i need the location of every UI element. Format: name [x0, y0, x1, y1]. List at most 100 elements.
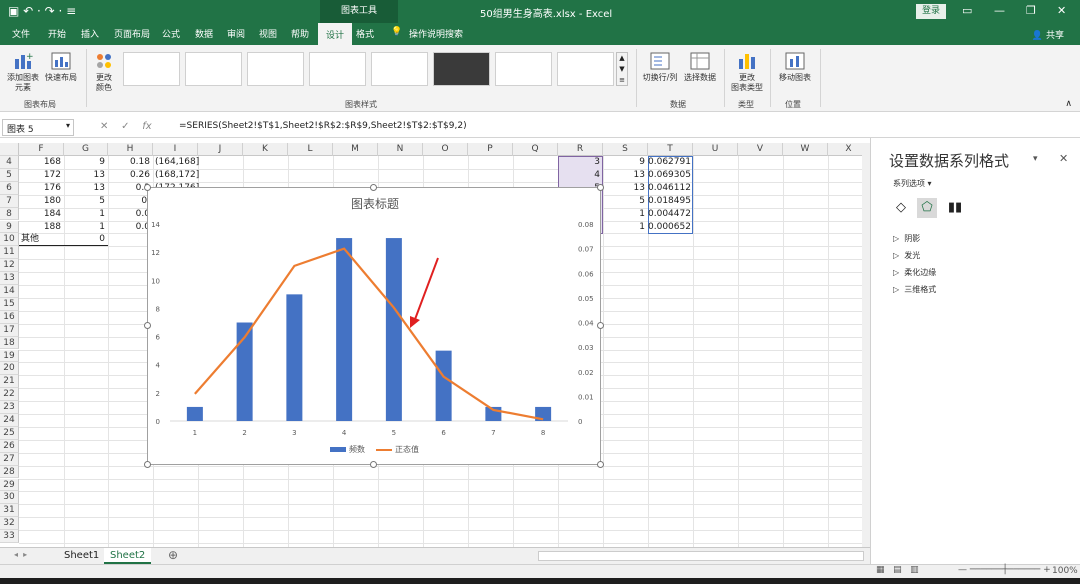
cell-t7[interactable]: 0.018495 — [648, 195, 691, 207]
cell-s4[interactable]: 9 — [603, 156, 645, 168]
fill-line-icon[interactable]: ◇ — [891, 198, 911, 218]
vertical-scrollbar[interactable] — [862, 143, 870, 547]
row-header-27[interactable]: 27 — [0, 452, 19, 466]
column-header-p[interactable]: P — [468, 143, 513, 156]
cell-g4[interactable]: 9 — [64, 156, 105, 168]
cell-g8[interactable]: 1 — [64, 208, 105, 220]
chart-style-8[interactable] — [557, 52, 614, 86]
cell-s7[interactable]: 5 — [603, 195, 645, 207]
cell-g5[interactable]: 13 — [64, 169, 105, 181]
row-header-14[interactable]: 14 — [0, 285, 19, 298]
quick-access-toolbar[interactable]: ▣ ↶ · ↷ · ≡ — [8, 4, 76, 18]
row-header-12[interactable]: 12 — [0, 259, 19, 273]
quick-layout-button[interactable]: 快速布局 — [42, 51, 80, 83]
column-header-u[interactable]: U — [693, 143, 738, 156]
close-icon[interactable]: ✕ — [1057, 4, 1066, 17]
column-header-r[interactable]: R — [558, 143, 603, 156]
select-data-button[interactable]: 选择数据 — [680, 51, 720, 83]
tab-view[interactable]: 视图 — [259, 27, 277, 40]
resize-handle[interactable] — [144, 184, 151, 191]
minimize-icon[interactable]: — — [994, 4, 1005, 17]
cell-f10[interactable]: 其他 — [21, 233, 39, 245]
column-header-t[interactable]: T — [648, 143, 693, 156]
chart-style-5[interactable] — [371, 52, 428, 86]
row-header-28[interactable]: 28 — [0, 465, 19, 479]
row-header-30[interactable]: 30 — [0, 491, 19, 505]
column-header-j[interactable]: J — [198, 143, 243, 156]
column-header-q[interactable]: Q — [513, 143, 558, 156]
chart-style-1[interactable] — [123, 52, 180, 86]
zoom-slider[interactable]: — ──────┼────── + — [958, 565, 1051, 575]
resize-handle[interactable] — [597, 322, 604, 329]
cell-t8[interactable]: 0.004472 — [648, 208, 691, 220]
series-options-dropdown[interactable]: 系列选项 ▾ — [893, 178, 932, 189]
column-header-m[interactable]: M — [333, 143, 378, 156]
cell-f6[interactable]: 176 — [19, 182, 61, 194]
resize-handle[interactable] — [597, 184, 604, 191]
column-header-l[interactable]: L — [288, 143, 333, 156]
section-3d-format[interactable]: ▷ 三维格式 — [893, 284, 936, 295]
cell-h7[interactable]: 0. — [108, 195, 150, 207]
row-header-8[interactable]: 8 — [0, 207, 19, 221]
collapse-ribbon-icon[interactable]: ∧ — [1065, 99, 1072, 109]
pane-options-icon[interactable]: ▾ — [1033, 154, 1038, 164]
row-header-10[interactable]: 10 — [0, 233, 19, 247]
column-header-w[interactable]: W — [783, 143, 828, 156]
chart-style-2[interactable] — [185, 52, 242, 86]
column-header-o[interactable]: O — [423, 143, 468, 156]
cell-s5[interactable]: 13 — [603, 169, 645, 181]
cell-g7[interactable]: 5 — [64, 195, 105, 207]
cell-f4[interactable]: 168 — [19, 156, 61, 168]
resize-handle[interactable] — [370, 461, 377, 468]
row-header-21[interactable]: 21 — [0, 375, 19, 389]
switch-row-column-button[interactable]: 切换行/列 — [641, 51, 679, 83]
column-header-f[interactable]: F — [19, 143, 64, 156]
pane-close-icon[interactable]: ✕ — [1059, 152, 1068, 165]
row-header-25[interactable]: 25 — [0, 426, 19, 440]
row-header-32[interactable]: 32 — [0, 517, 19, 531]
cell-f8[interactable]: 184 — [19, 208, 61, 220]
cell-t4[interactable]: 0.062791 — [648, 156, 691, 168]
cell-s8[interactable]: 1 — [603, 208, 645, 220]
tab-data[interactable]: 数据 — [195, 27, 213, 40]
column-header-g[interactable]: G — [64, 143, 108, 156]
cell-f9[interactable]: 188 — [19, 221, 61, 233]
chart-style-3[interactable] — [247, 52, 304, 86]
row-header-18[interactable]: 18 — [0, 336, 19, 350]
view-mode-icons[interactable]: ▦ ▤ ▥ — [876, 565, 919, 575]
tab-format[interactable]: 格式 — [356, 27, 374, 40]
row-header-16[interactable]: 16 — [0, 310, 19, 324]
row-header-17[interactable]: 17 — [0, 323, 19, 337]
cell-i4[interactable]: (164,168] — [155, 156, 199, 168]
cell-r5[interactable]: 4 — [558, 169, 600, 181]
resize-handle[interactable] — [370, 184, 377, 191]
formula-input[interactable]: =SERIES(Sheet2!$T$1,Sheet2!$R$2:$R$9,She… — [176, 119, 1076, 136]
horizontal-scrollbar[interactable] — [538, 551, 864, 561]
row-header-11[interactable]: 11 — [0, 246, 19, 260]
cell-r4[interactable]: 3 — [558, 156, 600, 168]
tab-design[interactable]: 设计 — [318, 23, 353, 45]
tab-help[interactable]: 帮助 — [291, 27, 309, 40]
chart-style-4[interactable] — [309, 52, 366, 86]
row-header-31[interactable]: 31 — [0, 504, 19, 518]
restore-icon[interactable]: ❐ — [1026, 4, 1036, 17]
row-header-29[interactable]: 29 — [0, 478, 19, 492]
cell-g6[interactable]: 13 — [64, 182, 105, 194]
row-header-7[interactable]: 7 — [0, 194, 19, 208]
tab-formulas[interactable]: 公式 — [162, 27, 180, 40]
tab-review[interactable]: 审阅 — [227, 27, 245, 40]
select-all-corner[interactable] — [0, 143, 19, 156]
row-header-33[interactable]: 33 — [0, 530, 19, 543]
sheet-nav-icon[interactable]: ◂ ▸ — [14, 550, 27, 559]
zoom-level[interactable]: 100% — [1052, 566, 1078, 576]
cell-h8[interactable]: 0.0 — [108, 208, 150, 220]
tell-me-search[interactable]: 操作说明搜索 — [409, 27, 463, 40]
cell-g10[interactable]: 0 — [64, 233, 105, 245]
tab-file[interactable]: 文件 — [12, 27, 30, 40]
column-header-h[interactable]: H — [108, 143, 153, 156]
row-header-20[interactable]: 20 — [0, 362, 19, 376]
name-box-dropdown-icon[interactable]: ▾ — [66, 121, 70, 130]
chart-style-7[interactable] — [495, 52, 552, 86]
chart-style-6[interactable] — [433, 52, 490, 86]
tab-page-layout[interactable]: 页面布局 — [114, 27, 150, 40]
